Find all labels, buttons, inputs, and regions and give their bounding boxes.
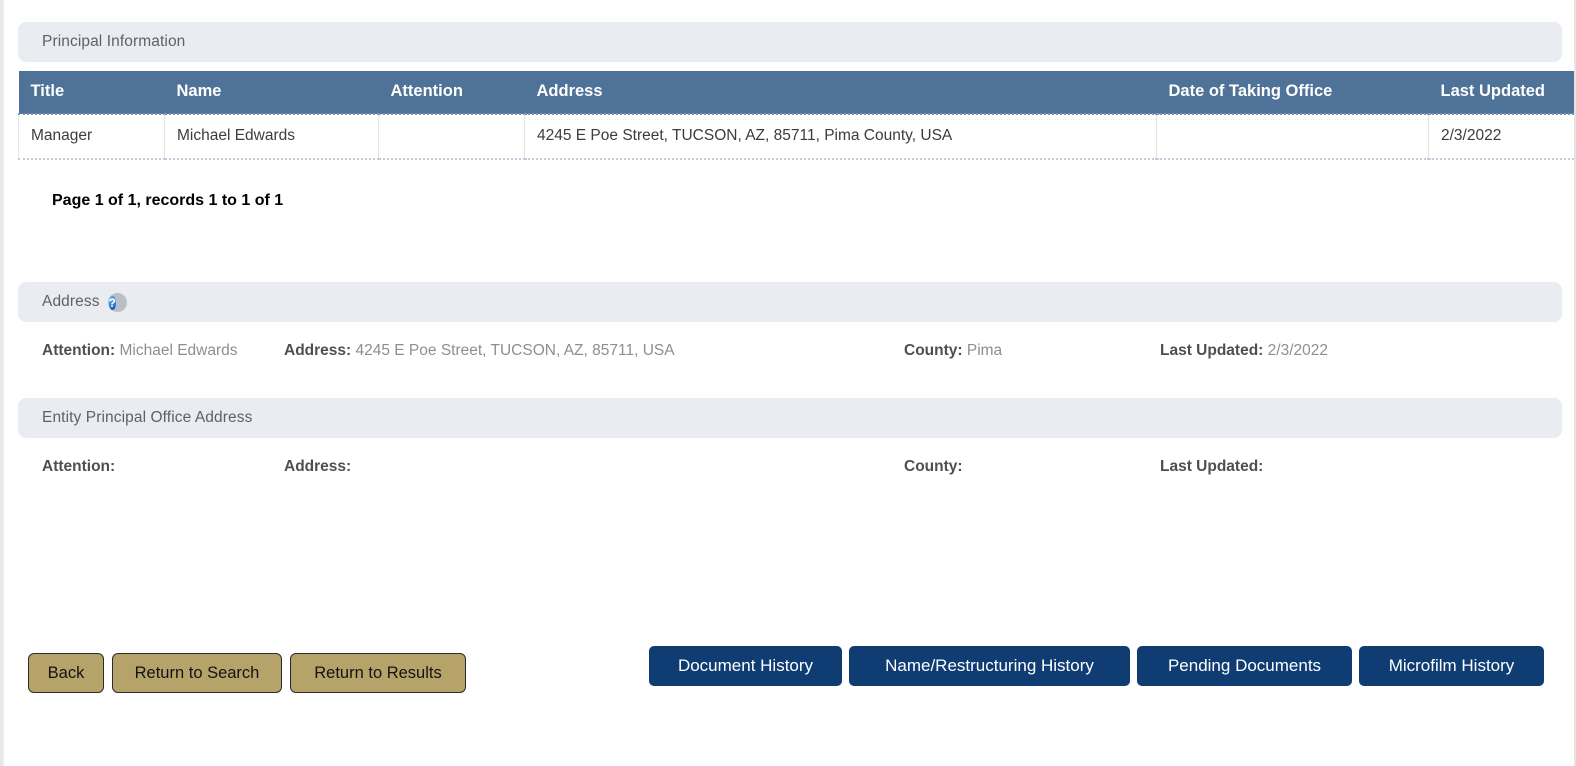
address-last-updated-value: 2/3/2022: [1267, 342, 1328, 359]
document-history-button[interactable]: Document History: [649, 646, 842, 686]
help-icon-glyph: ?: [108, 295, 116, 310]
help-circle-icon[interactable]: ?: [107, 292, 127, 312]
column-header-date-of-taking-office[interactable]: Date of Taking Office: [1156, 71, 1429, 115]
cell-date-of-taking-office: [1156, 114, 1429, 160]
navigation-button-group: Back Return to Search Return to Results: [28, 653, 466, 693]
microfilm-history-button[interactable]: Microfilm History: [1359, 646, 1544, 686]
entity-office-last-updated-field: Last Updated:: [1160, 458, 1490, 476]
back-button[interactable]: Back: [28, 653, 104, 693]
principal-information-table: Title Name Attention Address Date of Tak…: [18, 71, 1576, 160]
cell-last-updated: 2/3/2022: [1428, 114, 1576, 160]
column-header-address[interactable]: Address: [524, 71, 1157, 115]
address-last-updated-field: Last Updated: 2/3/2022: [1160, 342, 1490, 360]
address-address-value: 4245 E Poe Street, TUCSON, AZ, 85711, US…: [355, 342, 675, 359]
table-row: Manager Michael Edwards 4245 E Poe Stree…: [18, 114, 1576, 160]
cell-address: 4245 E Poe Street, TUCSON, AZ, 85711, Pi…: [524, 114, 1157, 160]
address-county-value: Pima: [966, 342, 1003, 359]
page-root: Principal Information Title Name Attenti…: [0, 0, 1576, 766]
entity-office-attention-label: Attention:: [42, 458, 116, 475]
name-restructuring-history-button[interactable]: Name/Restructuring History: [849, 646, 1130, 686]
entity-office-detail-row: Attention: Address: County: Last Updated…: [18, 438, 1562, 476]
cell-attention: [378, 114, 525, 160]
column-header-attention[interactable]: Attention: [378, 71, 525, 115]
return-to-results-button[interactable]: Return to Results: [290, 653, 466, 693]
entity-office-county-label: County:: [904, 458, 963, 475]
page-content: Principal Information Title Name Attenti…: [4, 0, 1576, 476]
address-last-updated-label: Last Updated:: [1160, 342, 1264, 359]
entity-office-last-updated-label: Last Updated:: [1160, 458, 1264, 475]
address-county-label: County:: [904, 342, 963, 359]
address-address-field: Address: 4245 E Poe Street, TUCSON, AZ, …: [270, 342, 904, 360]
entity-office-address-field: Address:: [270, 458, 904, 476]
section-header-principal-information: Principal Information: [18, 22, 1562, 62]
address-detail-row: Attention: Michael Edwards Address: 4245…: [18, 322, 1562, 360]
footer-actions: Back Return to Search Return to Results …: [4, 640, 1562, 720]
address-attention-label: Attention:: [42, 342, 116, 359]
column-header-title[interactable]: Title: [18, 71, 165, 115]
address-county-field: County: Pima: [904, 342, 1160, 360]
entity-office-county-field: County:: [904, 458, 1160, 476]
entity-office-address-label: Address:: [284, 458, 352, 475]
section-header-entity-principal-office-address: Entity Principal Office Address: [18, 398, 1562, 438]
pagination-summary: Page 1 of 1, records 1 to 1 of 1: [52, 192, 284, 209]
section-title-principal-information: Principal Information: [42, 33, 186, 50]
cell-title: Manager: [18, 114, 165, 160]
return-to-search-button[interactable]: Return to Search: [112, 653, 282, 693]
principal-information-table-wrapper: Title Name Attention Address Date of Tak…: [18, 71, 1576, 160]
cell-name: Michael Edwards: [164, 114, 379, 160]
table-header-row: Title Name Attention Address Date of Tak…: [18, 71, 1576, 115]
entity-office-attention-field: Attention:: [18, 458, 270, 476]
table-head: Title Name Attention Address Date of Tak…: [18, 71, 1576, 115]
address-address-label: Address:: [284, 342, 352, 359]
section-title-entity-principal-office-address: Entity Principal Office Address: [42, 409, 253, 426]
column-header-last-updated[interactable]: Last Updated: [1428, 71, 1576, 115]
section-header-address: Address?: [18, 282, 1562, 322]
section-title-address: Address: [42, 293, 100, 310]
table-body: Manager Michael Edwards 4245 E Poe Stree…: [18, 114, 1576, 160]
column-header-name[interactable]: Name: [164, 71, 379, 115]
address-attention-field: Attention: Michael Edwards: [18, 342, 270, 360]
pending-documents-button[interactable]: Pending Documents: [1137, 646, 1352, 686]
address-attention-value: Michael Edwards: [119, 342, 238, 359]
history-button-group: Document History Name/Restructuring Hist…: [649, 646, 1544, 686]
